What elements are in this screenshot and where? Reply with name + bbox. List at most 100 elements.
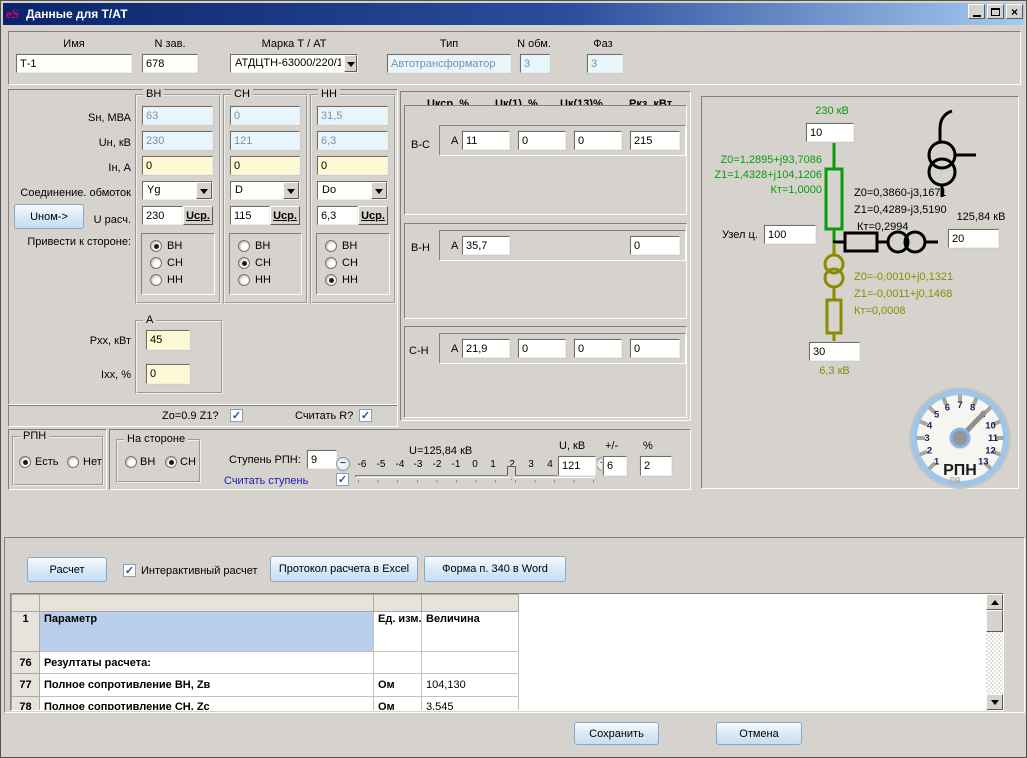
pm-input[interactable]	[603, 456, 627, 476]
row-param[interactable]: Резултаты расчета:	[40, 652, 374, 674]
r-checkbox[interactable]: ✓	[359, 409, 372, 422]
row-param[interactable]: Полное сопротивление ВН, Zв	[40, 674, 374, 697]
sn-usr-button[interactable]: Uср.	[270, 206, 300, 225]
rpn-side-vn-radio[interactable]	[125, 456, 137, 468]
hv-node-input[interactable]	[806, 123, 854, 142]
table-row[interactable]: 77 Полное сопротивление ВН, Zв Ом 104,13…	[12, 674, 519, 697]
vn-connection-dropdown-icon[interactable]	[196, 182, 212, 199]
sn-side-vn-radio[interactable]	[238, 240, 250, 252]
vn-in-input[interactable]	[142, 156, 213, 175]
hv-kt: Кт=1,0000	[707, 183, 822, 198]
checks-row: Zo=0.9 Z1? ✓ Считать R? ✓	[8, 405, 398, 427]
mv-node-input[interactable]	[948, 229, 999, 248]
vn-side-vn-radio[interactable]	[150, 240, 162, 252]
row-param[interactable]: Полное сопротивление СН, Zс	[40, 697, 374, 712]
rpn-step-input[interactable]	[307, 450, 337, 469]
table-scrollbar[interactable]	[986, 594, 1003, 710]
table-row[interactable]: 76 Резултаты расчета:	[12, 652, 519, 674]
header-panel: Имя N зав. Марка Т / АТ Тип N обм. Фаз А…	[8, 31, 1021, 85]
model-combo[interactable]: АТДЦТН-63000/220/110	[230, 54, 358, 73]
sn-urasch-input[interactable]	[230, 206, 270, 225]
uk-vs-f1-input[interactable]	[462, 131, 510, 150]
lv-node-input[interactable]	[809, 342, 860, 361]
vn-usr-button[interactable]: Uср.	[183, 206, 213, 225]
vn-side-sn-radio[interactable]	[150, 257, 162, 269]
close-button[interactable]: ×	[1006, 4, 1023, 19]
cancel-button[interactable]: Отмена	[716, 722, 802, 745]
row-param[interactable]: Параметр	[40, 612, 374, 652]
vn-side-vn-label: ВН	[167, 240, 182, 252]
lv-impedance-labels: Z0=-0,0010+j0,1321 Z1=-0,0011+j0,1468 Кт…	[854, 269, 953, 320]
rpn-no-radio[interactable]	[67, 456, 79, 468]
slider-minus-button[interactable]: −	[336, 457, 350, 471]
zo-checkbox[interactable]: ✓	[230, 409, 243, 422]
uk-sn-f2-input[interactable]	[518, 339, 566, 358]
group-nn: НН Do Uср. ВН СН НН	[310, 94, 396, 304]
uk-vn-f4-input[interactable]	[630, 236, 680, 255]
uk-sn-f1-input[interactable]	[462, 339, 510, 358]
row-unit[interactable]: Ед. изм.	[374, 612, 422, 652]
slider-tick-0: 0	[466, 459, 484, 470]
maximize-icon	[991, 8, 1000, 16]
nn-in-input[interactable]	[317, 156, 388, 175]
nn-usr-button[interactable]: Uср.	[358, 206, 388, 225]
row-unit[interactable]: Ом	[374, 674, 422, 697]
uk-vs-f4-input[interactable]	[630, 131, 680, 150]
row-unit[interactable]	[374, 652, 422, 674]
vn-connection-select[interactable]: Yg	[142, 181, 213, 200]
rpn-side-sn-radio[interactable]	[165, 456, 177, 468]
word-button[interactable]: Форма п. 340 в Word	[424, 556, 566, 582]
calc-button[interactable]: Расчет	[27, 557, 107, 582]
nn-side-vn-radio[interactable]	[325, 240, 337, 252]
ixx-input[interactable]	[146, 364, 190, 384]
sn-in-input[interactable]	[230, 156, 300, 175]
u-kv-input[interactable]	[558, 456, 596, 476]
lv-voltage-label: 6,3 кВ	[809, 365, 860, 377]
vn-sn-input	[142, 106, 213, 125]
nn-side-nn-radio[interactable]	[325, 274, 337, 286]
uk-vn-f1-input[interactable]	[462, 236, 510, 255]
noload-group: А	[135, 320, 223, 394]
maximize-button[interactable]	[987, 4, 1004, 19]
serial-input[interactable]	[142, 54, 198, 73]
sn-side-sn-radio[interactable]	[238, 257, 250, 269]
row-unit[interactable]: Ом	[374, 697, 422, 712]
uk-vs-f2-input[interactable]	[518, 131, 566, 150]
pct-input[interactable]	[640, 456, 672, 476]
model-browse-button[interactable]	[344, 55, 357, 72]
pxx-input[interactable]	[146, 330, 190, 350]
nn-connection-select[interactable]: Do	[317, 181, 388, 200]
minimize-button[interactable]	[968, 4, 985, 19]
center-node-input[interactable]	[764, 225, 816, 244]
table-row[interactable]: 1 Параметр Ед. изм. Величина	[12, 612, 519, 652]
uk-sn-f3-input[interactable]	[574, 339, 622, 358]
row-value[interactable]: Величина	[422, 612, 519, 652]
vn-urasch-input[interactable]	[142, 206, 183, 225]
sn-side-nn-radio[interactable]	[238, 274, 250, 286]
uk-sn-f4-input[interactable]	[630, 339, 680, 358]
scroll-up-button[interactable]	[986, 594, 1003, 610]
save-button[interactable]: Сохранить	[574, 722, 659, 745]
uk-vs-f3-input[interactable]	[574, 131, 622, 150]
row-value[interactable]: 3,545	[422, 697, 519, 712]
rpn-yes-radio[interactable]	[19, 456, 31, 468]
row-value[interactable]	[422, 652, 519, 674]
name-input[interactable]	[16, 54, 132, 73]
interactive-checkbox[interactable]: ✓	[123, 564, 136, 577]
in-row-label: Iн, А	[15, 162, 131, 174]
excel-button[interactable]: Протокол расчета в Excel	[270, 556, 418, 582]
nn-urasch-input[interactable]	[317, 206, 358, 225]
scroll-thumb[interactable]	[986, 610, 1003, 632]
gauge-tick-10: 10	[985, 420, 996, 431]
vn-side-nn-radio[interactable]	[150, 274, 162, 286]
scroll-down-button[interactable]	[986, 694, 1003, 710]
noload-legend: А	[143, 314, 156, 326]
table-row[interactable]: 78 Полное сопротивление СН, Zс Ом 3,545	[12, 697, 519, 712]
group-sn: СН D Uср. ВН СН НН	[223, 94, 308, 304]
sn-connection-dropdown-icon[interactable]	[283, 182, 299, 199]
rpn-calc-step-checkbox[interactable]: ✓	[336, 473, 349, 486]
sn-connection-select[interactable]: D	[230, 181, 300, 200]
row-value[interactable]: 104,130	[422, 674, 519, 697]
nn-connection-dropdown-icon[interactable]	[371, 182, 387, 199]
nn-side-sn-radio[interactable]	[325, 257, 337, 269]
